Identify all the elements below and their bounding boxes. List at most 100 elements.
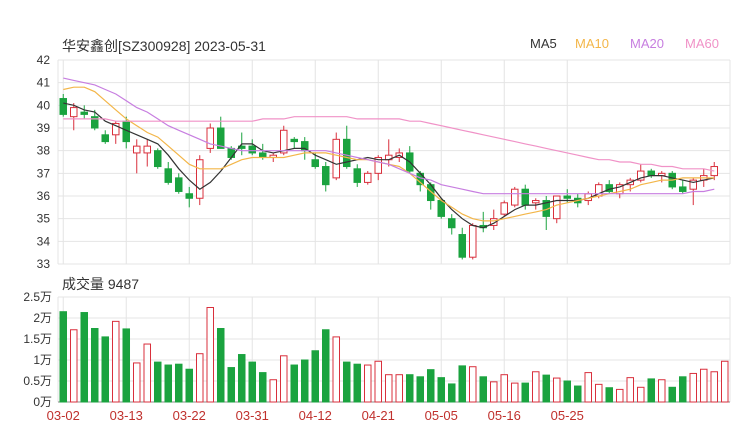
price-tick-label: 37	[37, 166, 51, 180]
candle-body	[552, 195, 561, 220]
volume-bar	[248, 361, 257, 403]
candle-body	[59, 98, 68, 115]
candle-body	[531, 200, 540, 204]
candle-body	[174, 177, 183, 192]
date-tick-label: 05-16	[488, 408, 521, 423]
volume-bar	[447, 383, 456, 403]
volume-bar	[59, 311, 68, 403]
volume-bar	[206, 307, 215, 403]
candle-body	[458, 234, 467, 258]
candle-body	[500, 202, 509, 215]
candle-body	[353, 168, 362, 183]
volume-bar	[542, 374, 551, 403]
candle-body	[227, 147, 236, 158]
candle-body	[363, 172, 372, 183]
stock-chart: 33 34 35 36 37 38 39 40 41 42 0万 0.5万 1万 1.5万 2万 2.5万 03…	[23, 53, 731, 423]
date-tick-label: 04-12	[299, 408, 332, 423]
volume-bar	[101, 336, 110, 403]
volume-bar	[164, 364, 173, 403]
price-tick-label: 34	[37, 234, 51, 248]
volume-bar	[80, 312, 89, 403]
volume-bar	[363, 364, 372, 403]
candle-body	[437, 200, 446, 217]
candle-body	[101, 134, 110, 143]
volume-bar	[720, 360, 729, 403]
volume-bar	[195, 353, 204, 403]
volume-bar	[69, 329, 78, 403]
volume-bar	[626, 377, 635, 403]
candle-body	[321, 166, 330, 186]
ma20-line	[63, 77, 715, 195]
volume-bar	[143, 343, 152, 403]
date-tick-label: 03-31	[236, 408, 269, 423]
volume-bar	[594, 383, 603, 403]
volume-tick-label: 1万	[33, 353, 52, 367]
volume-bar	[279, 355, 288, 403]
candle-body	[563, 195, 572, 199]
volume-bar	[384, 374, 393, 403]
volume-bar	[153, 361, 162, 403]
candle-body	[153, 150, 162, 168]
candle-body	[678, 186, 687, 192]
volume-bar	[174, 363, 183, 403]
volume-bar	[342, 361, 351, 403]
candle-body	[647, 170, 656, 177]
candle-body	[468, 224, 477, 258]
volume-bar	[710, 371, 719, 403]
date-tick-label: 04-21	[362, 408, 395, 423]
candle-body	[258, 152, 267, 158]
volume-bar	[636, 386, 645, 403]
date-tick-label: 05-05	[425, 408, 458, 423]
candle-body	[164, 168, 173, 183]
volume-bar	[311, 350, 320, 403]
volume-bar	[300, 359, 309, 403]
candle-body	[447, 218, 456, 229]
volume-tick-label: 2万	[33, 311, 52, 325]
volume-bar	[122, 328, 131, 403]
volume-bar	[657, 379, 666, 403]
date-tick-label: 05-25	[551, 408, 584, 423]
volume-bar	[258, 372, 267, 403]
candle-body	[510, 188, 519, 206]
candle-body	[80, 111, 89, 115]
volume-bar	[321, 329, 330, 403]
price-tick-label: 38	[37, 144, 51, 158]
volume-bar	[353, 363, 362, 403]
volume-tick-label: 2.5万	[23, 290, 52, 304]
candle-body	[290, 138, 299, 143]
volume-tick-label: 1.5万	[23, 332, 52, 346]
price-tick-label: 35	[37, 212, 51, 226]
volume-bar	[332, 336, 341, 403]
candle-body	[195, 159, 204, 199]
volume-bar	[227, 367, 236, 403]
volume-bar	[584, 372, 593, 403]
candle-body	[332, 138, 341, 179]
volume-bar	[90, 328, 99, 403]
volume-bar	[437, 377, 446, 403]
candle-body	[311, 159, 320, 168]
volume-bar	[405, 374, 414, 403]
volume-bar	[479, 376, 488, 403]
volume-bar	[510, 382, 519, 403]
price-tick-label: 39	[37, 121, 51, 135]
volume-bar	[290, 364, 299, 403]
volume-tick-label: 0万	[33, 395, 52, 409]
date-tick-label: 03-02	[47, 408, 80, 423]
volume-bar	[500, 374, 509, 403]
volume-bar	[237, 354, 246, 403]
volume-bar	[111, 320, 120, 403]
volume-tick-label: 0.5万	[23, 374, 52, 388]
volume-bar	[374, 360, 383, 403]
volume-bar	[468, 366, 477, 403]
volume-bar	[668, 386, 677, 403]
candle-body	[521, 188, 530, 206]
volume-bar	[678, 376, 687, 403]
volume-bar	[132, 362, 141, 403]
candle-body	[132, 145, 141, 154]
candle-body	[69, 107, 78, 118]
volume-bar	[699, 368, 708, 403]
candle-body	[143, 145, 152, 154]
volume-bar	[531, 371, 540, 403]
volume-bar	[647, 378, 656, 403]
price-tick-label: 41	[37, 76, 51, 90]
